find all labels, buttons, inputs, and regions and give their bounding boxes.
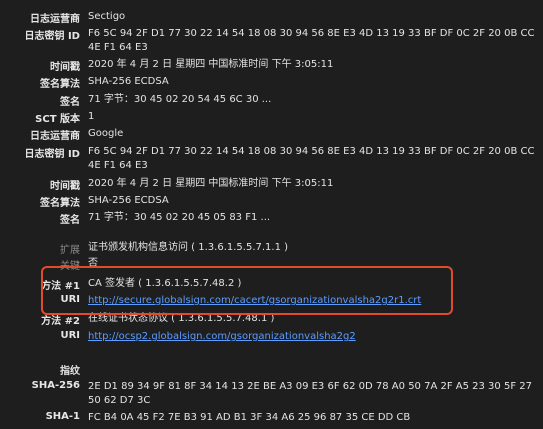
row-value: F6 5C 94 2F D1 77 30 22 14 54 18 08 30 9… [88,28,538,53]
sct-row-signature: 签名 71 字节：30 45 02 20 54 45 6C 30 ... [0,93,543,108]
row-value: SHA-256 ECDSA [88,195,169,206]
sct-row-log-key-id: 日志密钥 ID F6 5C 94 2F D1 77 30 22 14 54 18… [0,145,543,173]
row-label: 时间戳 [50,62,80,73]
fingerprint-sha256-row: SHA-256 2E D1 89 34 9F 81 8F 34 14 13 2E… [0,380,543,408]
row-label: SCT 版本 [35,114,80,125]
row-label: 日志密钥 ID [24,31,80,42]
sct-row-timestamp: 时间戳 2020 年 4 月 2 日 星期四 中国标准时间 下午 3:05:11 [0,58,543,73]
row-value: Sectigo [88,11,126,22]
fingerprints-heading-row: 指纹 [0,362,543,377]
row-label: 签名算法 [40,198,80,209]
highlight-box [41,266,453,315]
sha1-value: FC B4 0A 45 F2 7E B3 91 AD B1 3F 34 A6 2… [88,412,411,423]
sha256-value: 2E D1 89 34 9F 81 8F 34 14 13 2E BE A3 0… [88,381,536,406]
sct-row-version: SCT 版本 1 [0,110,543,125]
row-value: 2020 年 4 月 2 日 星期四 中国标准时间 下午 3:05:11 [88,178,334,189]
sha1-label: SHA-1 [45,411,80,422]
extension-row: 扩展 证书颁发机构信息访问 ( 1.3.6.1.5.5.7.1.1 ) [0,241,543,256]
sct-row-signature: 签名 71 字节：30 45 02 20 45 05 83 F1 ... [0,211,543,226]
fingerprints-heading: 指纹 [60,366,80,377]
row-value: 71 字节：30 45 02 20 45 05 83 F1 ... [88,212,271,223]
sct-row-log-key-id: 日志密钥 ID F6 5C 94 2F D1 77 30 22 14 54 18… [0,27,543,55]
row-value: SHA-256 ECDSA [88,76,169,87]
row-label: 日志运营商 [30,14,80,25]
sct-row-log-operator: 日志运营商 Sectigo [0,10,543,25]
fingerprint-sha1-row: SHA-1 FC B4 0A 45 F2 7E B3 91 AD B1 3F 3… [0,411,543,425]
row-value: 1 [88,111,95,122]
sct-row-timestamp: 时间戳 2020 年 4 月 2 日 星期四 中国标准时间 下午 3:05:11 [0,177,543,192]
row-label: 签名 [60,97,80,108]
row-label: 签名 [60,215,80,226]
row-label: 时间戳 [50,181,80,192]
sct-row-signature-algorithm: 签名算法 SHA-256 ECDSA [0,194,543,209]
sct-row-log-operator: 日志运营商 Google [0,127,543,142]
row-label: 签名算法 [40,79,80,90]
sha256-label: SHA-256 [31,380,80,391]
row-value: F6 5C 94 2F D1 77 30 22 14 54 18 08 30 9… [88,146,538,171]
row-value: Google [88,128,124,139]
row-value: 71 字节：30 45 02 20 54 45 6C 30 ... [88,94,272,105]
row-label: 日志密钥 ID [24,149,80,160]
method-2-uri-row: URI http://ocsp2.globalsign.com/gsorgani… [0,330,543,344]
uri-label: URI [60,330,80,341]
row-label: 日志运营商 [30,131,80,142]
row-value: 2020 年 4 月 2 日 星期四 中国标准时间 下午 3:05:11 [88,59,334,70]
method-2-uri-link[interactable]: http://ocsp2.globalsign.com/gsorganizati… [88,331,356,342]
extension-label: 扩展 [60,245,80,256]
extension-value: 证书颁发机构信息访问 ( 1.3.6.1.5.5.7.1.1 ) [88,242,289,253]
sct-row-signature-algorithm: 签名算法 SHA-256 ECDSA [0,75,543,90]
